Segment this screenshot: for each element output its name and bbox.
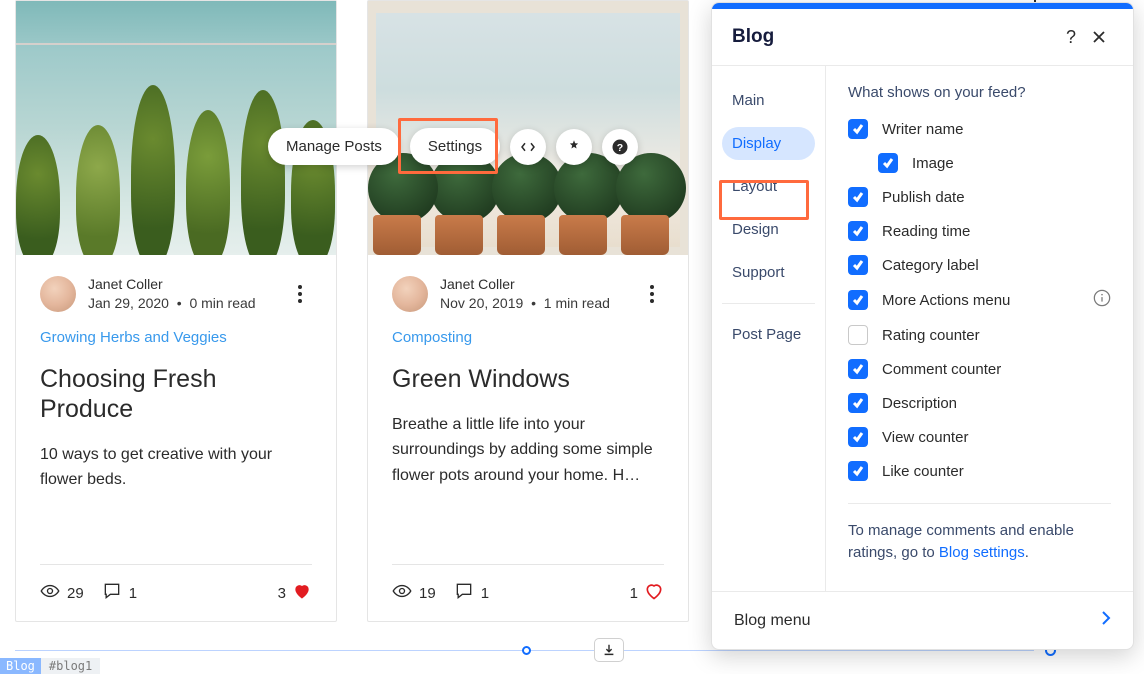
panel-title: Blog [732,26,774,48]
checkbox-rating-counter[interactable] [848,325,868,345]
checkbox-writer-name[interactable] [848,119,868,139]
label-publish-date: Publish date [882,189,965,206]
comment-icon [102,581,122,605]
svg-text:?: ? [617,141,623,153]
ruler-handle[interactable] [522,646,531,655]
element-toolbar: Manage Posts Settings ? [268,128,638,165]
checkbox-image[interactable] [878,153,898,173]
category-link[interactable]: Growing Herbs and Veggies [40,329,312,346]
views-count: 29 [67,585,84,602]
panel-help-button[interactable]: ? [1057,23,1085,51]
label-more-actions: More Actions menu [882,292,1010,309]
info-icon[interactable] [1093,289,1111,311]
comments-count: 1 [129,585,137,602]
likes-count: 1 [630,585,638,602]
blog-menu-label: Blog menu [734,612,811,630]
manage-posts-button[interactable]: Manage Posts [268,128,400,165]
checkbox-comment-counter[interactable] [848,359,868,379]
label-reading-time: Reading time [882,223,970,240]
label-comment-counter: Comment counter [882,361,1001,378]
publish-date: Nov 20, 2019 [440,295,523,311]
views-stat[interactable]: 29 [40,581,84,605]
post-meta: Janet Coller Jan 29, 2020 • 0 min read [88,275,256,313]
checkbox-view-counter[interactable] [848,427,868,447]
blog-settings-panel: Blog ? Main Display Layout Design Suppor… [711,2,1134,650]
label-image: Image [912,155,954,172]
author-name: Janet Coller [88,275,256,294]
label-writer-name: Writer name [882,121,963,138]
element-id-tag: #blog1 [41,658,100,674]
label-category-label: Category label [882,257,979,274]
panel-close-button[interactable] [1085,23,1113,51]
nav-post-page[interactable]: Post Page [722,318,815,351]
download-button[interactable] [594,638,624,662]
likes-count: 3 [278,585,286,602]
author-name: Janet Coller [440,275,610,294]
eye-icon [392,581,412,605]
label-description: Description [882,395,957,412]
post-title[interactable]: Green Windows [392,364,664,394]
publish-date: Jan 29, 2020 [88,295,169,311]
comment-icon [454,581,474,605]
label-like-counter: Like counter [882,463,964,480]
avatar [40,276,76,312]
post-card: Janet Coller Nov 20, 2019 • 1 min read C… [367,0,689,622]
checkbox-description[interactable] [848,393,868,413]
category-link[interactable]: Composting [392,329,664,346]
views-stat[interactable]: 19 [392,581,436,605]
nav-display[interactable]: Display [722,127,815,160]
likes-stat[interactable]: 1 [630,581,664,605]
bottom-tags: Blog #blog1 [0,658,100,674]
checkbox-like-counter[interactable] [848,461,868,481]
heart-icon [292,581,312,605]
comments-count: 1 [481,585,489,602]
post-meta: Janet Coller Nov 20, 2019 • 1 min read [440,275,610,313]
post-excerpt: 10 ways to get creative with your flower… [40,442,312,493]
nav-support[interactable]: Support [722,256,815,289]
eye-icon [40,581,60,605]
help-button[interactable]: ? [602,129,638,165]
nav-main[interactable]: Main [722,84,815,117]
checkbox-publish-date[interactable] [848,187,868,207]
panel-nav: Main Display Layout Design Support Post … [712,66,826,591]
label-rating-counter: Rating counter [882,327,980,344]
more-actions-button[interactable] [288,282,312,306]
checkbox-more-actions[interactable] [848,290,868,310]
post-title[interactable]: Choosing Fresh Produce [40,364,312,424]
avatar [392,276,428,312]
nav-design[interactable]: Design [722,213,815,246]
chevron-right-icon [1101,610,1111,631]
section-title: What shows on your feed? [848,84,1111,101]
blog-feed: Janet Coller Jan 29, 2020 • 0 min read G… [15,0,689,622]
views-count: 19 [419,585,436,602]
more-actions-button[interactable] [640,282,664,306]
footer-note: To manage comments and enable ratings, g… [848,520,1111,564]
post-excerpt: Breathe a little life into your surround… [392,412,664,489]
label-view-counter: View counter [882,429,968,446]
checkbox-reading-time[interactable] [848,221,868,241]
comments-stat[interactable]: 1 [102,581,137,605]
nav-layout[interactable]: Layout [722,170,815,203]
blog-settings-link[interactable]: Blog settings [939,544,1025,561]
design-button[interactable] [556,129,592,165]
likes-stat[interactable]: 3 [278,581,312,605]
settings-button[interactable]: Settings [410,128,500,165]
checkbox-category-label[interactable] [848,255,868,275]
blog-menu-row[interactable]: Blog menu [712,591,1133,649]
comments-stat[interactable]: 1 [454,581,489,605]
element-type-tag: Blog [0,658,41,674]
post-card: Janet Coller Jan 29, 2020 • 0 min read G… [15,0,337,622]
read-time: 0 min read [189,295,255,311]
stretch-toggle-button[interactable] [510,129,546,165]
read-time: 1 min read [544,295,610,311]
heart-icon [644,581,664,605]
